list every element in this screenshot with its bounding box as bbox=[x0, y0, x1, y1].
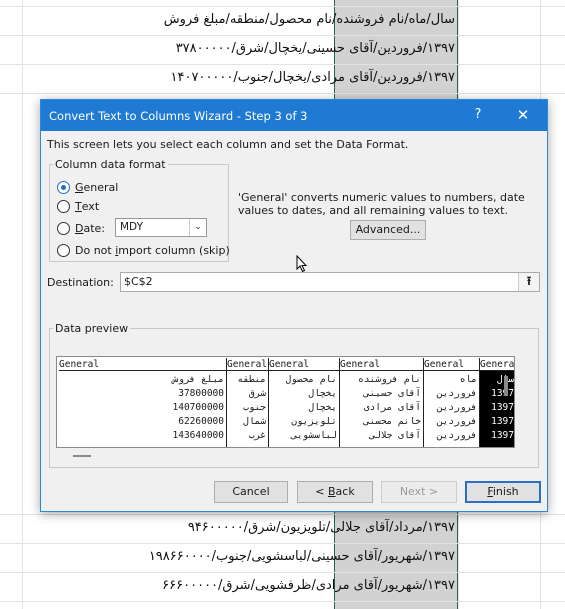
preview-cell: سال bbox=[480, 373, 514, 386]
close-icon[interactable]: ✕ bbox=[511, 104, 535, 126]
preview-cell: شرق bbox=[248, 388, 266, 399]
finish-button-label: inish bbox=[492, 485, 519, 498]
cell-row[interactable]: ۱۳۹۷/مرداد/آقای جلالی/تلویزیون/شرق/۹۴۶۰۰… bbox=[0, 514, 455, 542]
preview-cell: تلویزیون bbox=[291, 416, 337, 427]
preview-cell: فروردین bbox=[436, 416, 477, 427]
radio-text-label: ext bbox=[81, 199, 100, 213]
dialog-title-bar[interactable]: Convert Text to Columns Wizard - Step 3 … bbox=[41, 100, 547, 131]
preview-horizontal-scrollbar[interactable] bbox=[73, 455, 91, 457]
back-button-label: ack bbox=[335, 485, 355, 498]
preview-vertical-scrollbar[interactable] bbox=[504, 376, 508, 396]
radio-skip-prefix: Do not bbox=[75, 243, 116, 257]
preview-row: 140700000 جنوب یخچال آقای مرادی فروردین … bbox=[57, 401, 514, 414]
preview-cell: منطقه bbox=[237, 374, 266, 385]
radio-text-indicator[interactable] bbox=[57, 199, 70, 213]
preview-cell: لباسشویی bbox=[291, 430, 337, 441]
date-format-value: MDY bbox=[120, 221, 143, 233]
destination-input[interactable]: $C$2 bbox=[120, 272, 540, 292]
preview-cell: 1397 bbox=[491, 416, 514, 427]
preview-cell: شمال bbox=[243, 416, 266, 427]
cell-row[interactable]: ۱۳۹۷/فروردین/آقای حسینی/یخچال/شرق/۳۷۸۰۰۰… bbox=[0, 35, 455, 63]
preview-cell: 143640000 bbox=[172, 430, 224, 441]
data-preview-grid[interactable]: General General General General General … bbox=[56, 356, 515, 448]
chevron-down-icon[interactable]: ⌄ bbox=[189, 219, 206, 236]
preview-cell: 62260000 bbox=[178, 416, 224, 427]
preview-cell: خانم محسنی bbox=[363, 416, 421, 427]
preview-header-cell[interactable]: General bbox=[59, 359, 226, 371]
radio-date-label: ate: bbox=[83, 221, 106, 235]
back-button[interactable]: < Back bbox=[297, 481, 373, 503]
preview-cell: غرب bbox=[248, 430, 266, 441]
radio-skip-indicator[interactable] bbox=[57, 243, 70, 257]
preview-row: 37800000 شرق یخچال آقای حسینی فروردین 13… bbox=[57, 387, 514, 400]
cell-row[interactable]: ۱۳۹۷/شهریور/آقای حسینی/لباسشویی/جنوب/۱۹۸… bbox=[0, 543, 455, 571]
preview-cell: فروردین bbox=[436, 388, 477, 399]
radio-text[interactable]: Text bbox=[57, 198, 99, 214]
cell-row[interactable]: ۱۳۹۷/شهریور/آقای مرادی/ظرفشویی/شرق/۶۶۶۰۰… bbox=[0, 572, 455, 600]
preview-header-cell[interactable]: General bbox=[269, 359, 339, 371]
preview-cell: یخچال bbox=[308, 388, 337, 399]
radio-general-indicator[interactable] bbox=[57, 180, 70, 194]
preview-cell: فروردین bbox=[436, 430, 477, 441]
preview-row: 62260000 شمال تلویزیون خانم محسنی فروردی… bbox=[57, 415, 514, 428]
preview-row: مبلغ فروش منطقه نام محصول نام فروشنده ما… bbox=[57, 373, 514, 386]
radio-date-indicator[interactable] bbox=[57, 221, 70, 235]
radio-general-label: eneral bbox=[83, 180, 119, 194]
collapse-dialog-icon[interactable]: ⭱ bbox=[518, 273, 539, 291]
preview-cell: ماه bbox=[459, 374, 477, 385]
radio-date-access: D bbox=[75, 221, 84, 235]
radio-general[interactable]: General bbox=[57, 179, 118, 195]
next-button[interactable]: Next > bbox=[381, 481, 457, 503]
preview-cell: 140700000 bbox=[172, 402, 224, 413]
back-button-access: B bbox=[328, 485, 336, 498]
cancel-button[interactable]: Cancel bbox=[214, 481, 288, 503]
preview-cell: یخچال bbox=[308, 402, 337, 413]
preview-cell: فروردین bbox=[436, 402, 477, 413]
help-icon[interactable]: ? bbox=[467, 106, 489, 124]
preview-header-cell[interactable]: General bbox=[424, 359, 479, 371]
preview-cell: 1397 bbox=[491, 402, 514, 413]
preview-cell: 1397 bbox=[491, 430, 514, 441]
date-format-select[interactable]: MDY ⌄ bbox=[115, 218, 207, 237]
preview-cell: آقای مرادی bbox=[363, 402, 421, 413]
preview-header-cell[interactable]: General bbox=[340, 359, 423, 371]
radio-date[interactable]: Date: bbox=[57, 220, 105, 236]
radio-skip[interactable]: Do not i mport column (skip) bbox=[57, 242, 230, 258]
data-preview-legend: Data preview bbox=[53, 322, 131, 335]
radio-general-access: G bbox=[75, 180, 84, 194]
advanced-button[interactable]: Advanced... bbox=[350, 220, 426, 240]
preview-cell: جنوب bbox=[243, 402, 266, 413]
preview-cell: 37800000 bbox=[178, 388, 224, 399]
cursor-icon bbox=[296, 255, 308, 273]
preview-header-cell[interactable]: General bbox=[480, 359, 514, 371]
preview-cell: نام فروشنده bbox=[358, 374, 421, 385]
preview-cell: آقای جلالی bbox=[369, 430, 421, 441]
preview-cell: مبلغ فروش bbox=[172, 374, 224, 385]
preview-row: 143640000 غرب لباسشویی آقای جلالی فروردی… bbox=[57, 429, 514, 442]
column-format-legend: Column data format bbox=[53, 158, 168, 171]
preview-cell: نام محصول bbox=[285, 374, 337, 385]
cell-row-header[interactable]: سال/ماه/نام فروشنده/نام محصول/منطقه/مبلغ… bbox=[0, 6, 455, 34]
format-explanation: 'General' converts numeric values to num… bbox=[238, 191, 525, 217]
radio-skip-label: mport column (skip) bbox=[118, 243, 230, 257]
preview-cell: 1397 bbox=[491, 388, 514, 399]
preview-cell: آقای حسینی bbox=[363, 388, 421, 399]
gridline bbox=[0, 93, 565, 94]
dialog-title: Convert Text to Columns Wizard - Step 3 … bbox=[49, 109, 308, 123]
back-button-prefix: < bbox=[315, 485, 328, 498]
text-to-columns-dialog: Convert Text to Columns Wizard - Step 3 … bbox=[40, 99, 548, 512]
destination-label: Destination: bbox=[47, 276, 114, 289]
preview-header-cell[interactable]: General bbox=[227, 359, 268, 371]
radio-text-access: T bbox=[75, 199, 82, 213]
cell-row[interactable]: ۱۳۹۷/فروردین/آقای مرادی/یخچال/جنوب/۱۴۰۷۰… bbox=[0, 64, 455, 92]
intro-text: This screen lets you select each column … bbox=[47, 138, 409, 151]
finish-button[interactable]: Finish bbox=[465, 481, 541, 503]
gridline bbox=[0, 601, 565, 602]
